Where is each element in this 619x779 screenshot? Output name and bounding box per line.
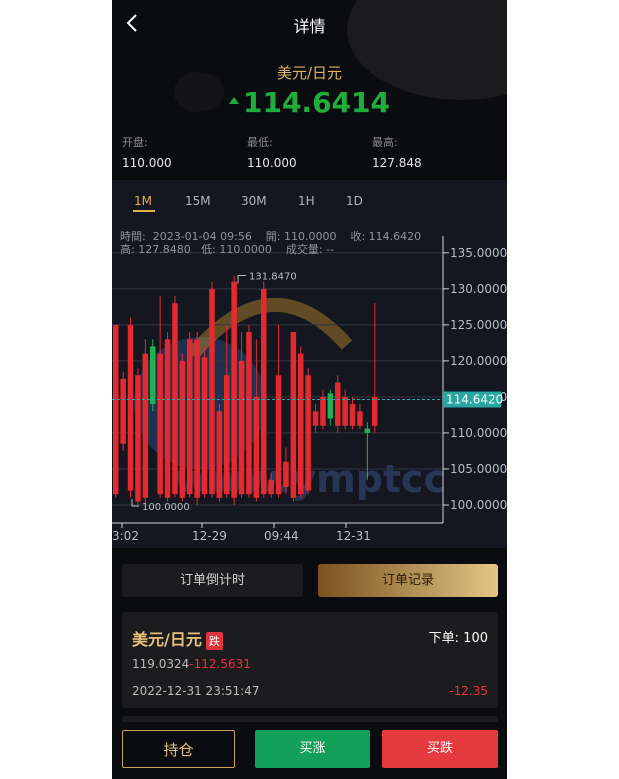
max-marker-label: 131.8470 <box>249 272 297 283</box>
stat-label: 最低: <box>247 136 273 149</box>
candle-body <box>261 288 267 495</box>
candle-body <box>172 303 178 495</box>
order-pair-label: 美元/日元 <box>132 630 202 649</box>
candle-body <box>342 396 348 426</box>
positions-button[interactable]: 持仓 <box>122 730 235 768</box>
candle-body <box>179 360 186 498</box>
candle-body <box>150 346 156 405</box>
order-pnl: -12.35 <box>449 684 488 698</box>
up-arrow-icon <box>228 96 239 104</box>
y-tick-label: 120.0000 <box>450 354 507 368</box>
candle-body <box>283 461 289 487</box>
candle-body <box>349 404 356 426</box>
stat-label: 开盘: <box>122 136 148 149</box>
page-title: 详情 <box>293 17 326 36</box>
candle-body <box>135 375 141 502</box>
candle-body <box>290 332 297 498</box>
current-price: 114.6414 <box>112 86 507 119</box>
candle-body <box>127 324 134 491</box>
candle-body <box>187 339 193 495</box>
stat-low: 最低: 110.000 <box>247 134 367 170</box>
y-tick-label: 110.0000 <box>450 426 507 440</box>
kline-panel: 1M 15M 30M 1H 1D www.ymptcc 135.0000130.… <box>112 180 507 548</box>
stat-value: 110.000 <box>122 156 172 170</box>
candle-body <box>364 428 371 433</box>
stat-label: 最高: <box>372 136 398 149</box>
candle-body <box>164 339 171 498</box>
order-time: 2022-12-31 23:51:47 <box>132 684 260 698</box>
bottom-action-bar: 持仓 买涨 买跌 <box>112 722 507 779</box>
x-tick-label: 12-31 <box>336 529 371 543</box>
order-prices: 119.0324-112.5631 <box>132 657 251 671</box>
min-marker-label: 100.0000 <box>142 502 190 513</box>
y-tick-label: 125.0000 <box>450 318 507 332</box>
price-stats: 开盘: 110.000 最低: 110.000 最高: 127.848 <box>122 134 502 174</box>
direction-badge: 跌 <box>205 631 223 650</box>
x-tick-label: 12-29 <box>192 529 227 543</box>
candle-body <box>246 332 252 495</box>
current-price-label: 114.6420 <box>446 392 503 406</box>
price-value: 114.6414 <box>242 86 390 119</box>
countdown-button[interactable]: 订单倒计时 <box>122 564 303 597</box>
candle-body <box>327 393 334 419</box>
candle-body <box>312 411 319 426</box>
candle-body <box>142 353 149 498</box>
candle-body <box>231 281 237 498</box>
top-bar: 详情 <box>112 0 507 46</box>
candle-body <box>194 339 200 498</box>
y-tick-label: 135.0000 <box>450 246 507 260</box>
stat-high: 最高: 127.848 <box>372 134 492 170</box>
candle-body <box>298 353 304 495</box>
y-tick-label: 105.0000 <box>450 462 507 476</box>
x-tick-label: 09:44 <box>264 529 299 543</box>
candle-body <box>157 353 163 495</box>
stat-value: 127.848 <box>372 156 422 170</box>
order-pair: 美元/日元跌 <box>132 626 223 650</box>
order-card[interactable]: 美元/日元跌 下单: 100 119.0324-112.5631 2022-12… <box>122 612 498 708</box>
candle-body <box>275 375 282 495</box>
candle-body <box>238 360 245 495</box>
buy-down-button[interactable]: 买跌 <box>382 730 498 768</box>
open-price: 119.0324 <box>132 657 190 671</box>
candle-body <box>335 382 341 426</box>
order-actions: 订单倒计时 订单记录 <box>122 564 498 598</box>
phone-screen: 详情 美元/日元 114.6414 开盘: 110.000 最低: 110.00… <box>112 0 507 779</box>
candle-body <box>372 396 378 426</box>
order-quantity: 下单: 100 <box>428 631 488 646</box>
candle-body <box>357 411 363 426</box>
max-marker-line <box>237 275 246 284</box>
candle-body <box>305 375 311 491</box>
close-price: 112.5631 <box>193 657 251 671</box>
currency-pair: 美元/日元 <box>276 64 343 82</box>
candle-body <box>320 396 326 426</box>
candle-body <box>120 378 126 444</box>
candle-body <box>224 375 230 495</box>
buy-up-button[interactable]: 买涨 <box>255 730 370 768</box>
y-tick-label: 130.0000 <box>450 282 507 296</box>
candle-body <box>253 396 260 498</box>
candle-body <box>216 411 223 498</box>
ohlc-info-line2: 高: 127.8480 低: 110.0000 成交量: -- <box>120 243 334 256</box>
stat-open: 开盘: 110.000 <box>122 134 242 170</box>
order-records-button[interactable]: 订单记录 <box>318 564 498 597</box>
candle-body <box>268 479 274 495</box>
stat-value: 110.000 <box>247 156 297 170</box>
candle-body <box>209 288 215 495</box>
candle-body <box>113 324 119 495</box>
y-tick-label: 100.0000 <box>450 498 507 512</box>
candle-body <box>201 357 208 495</box>
x-tick-label: 3:02 <box>112 529 139 543</box>
